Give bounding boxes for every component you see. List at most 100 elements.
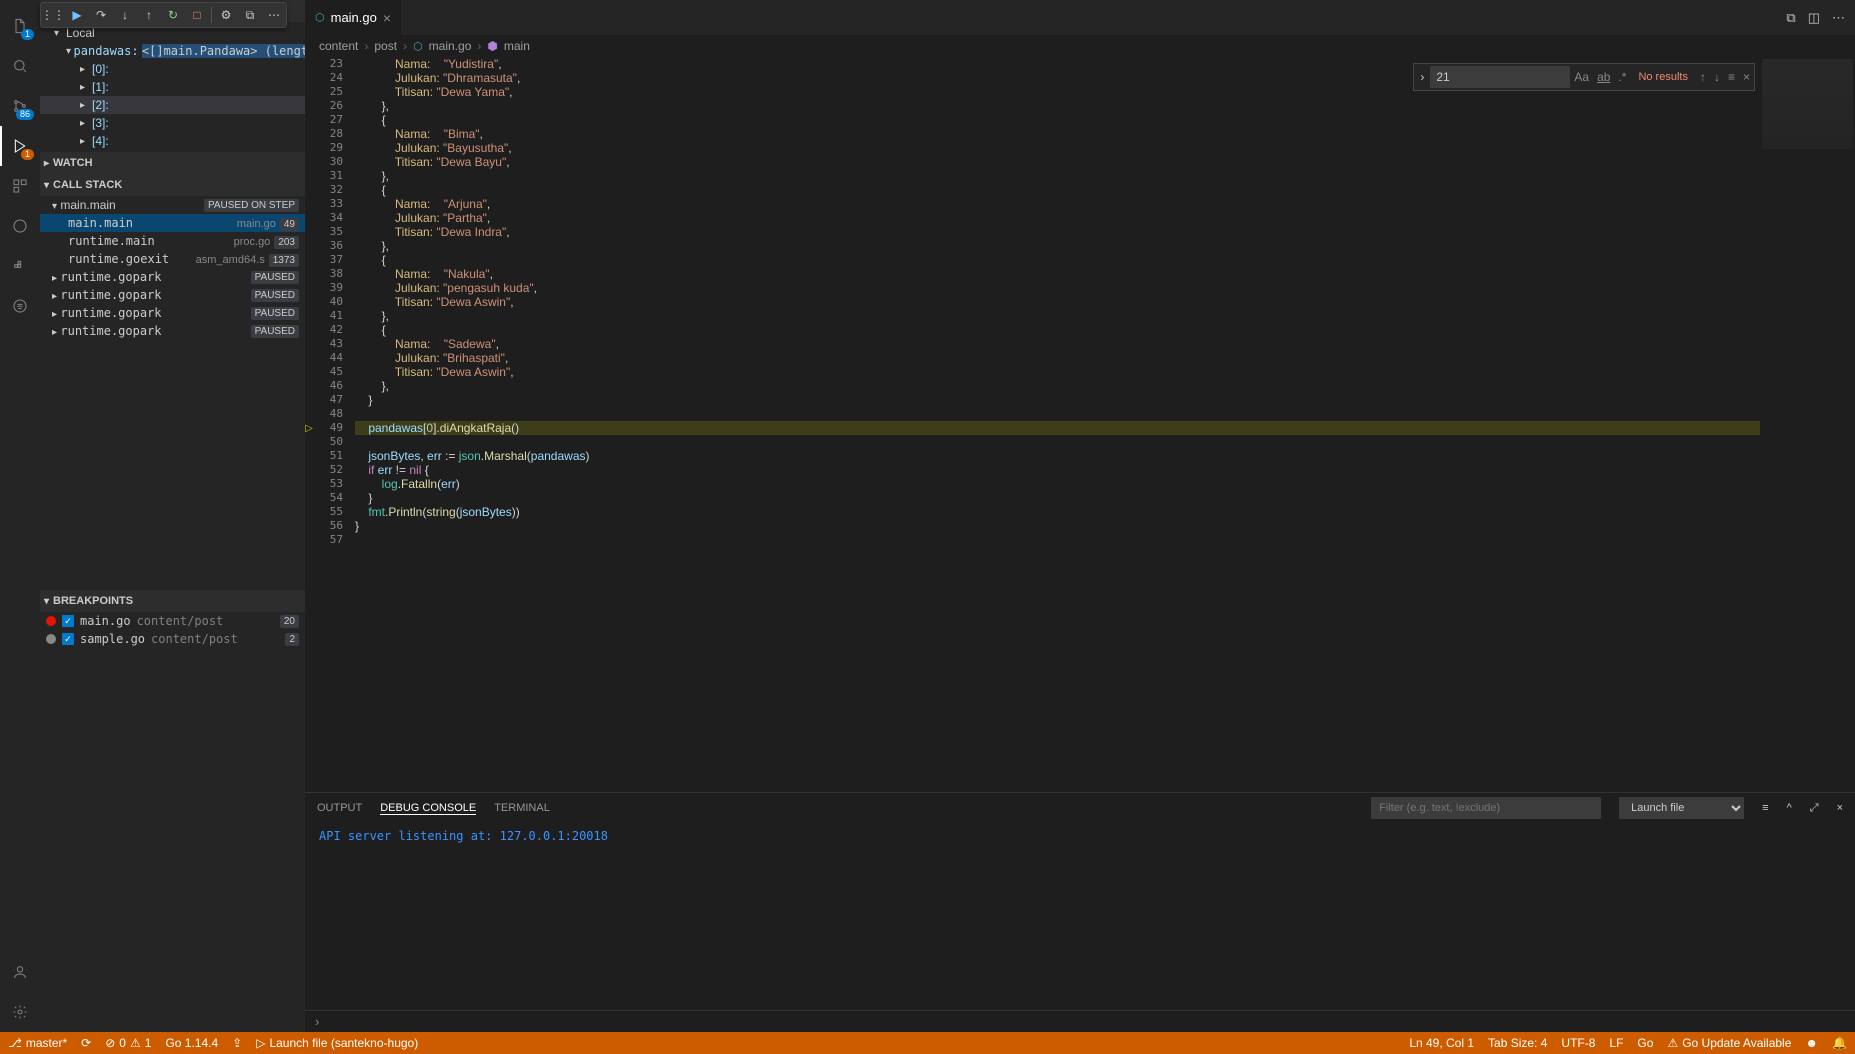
scm-icon[interactable]: 86 <box>0 86 40 126</box>
thread-paused[interactable]: ▸ runtime.goparkPAUSED <box>40 304 305 322</box>
encoding-button[interactable]: UTF-8 <box>1561 1036 1595 1050</box>
stop-button[interactable]: □ <box>185 3 209 27</box>
live-share-icon[interactable]: ⇪ <box>232 1036 242 1050</box>
var-pandawas[interactable]: ▾pandawas: <[]main.Pandawa> (length: 5, … <box>40 42 305 60</box>
step-out-button[interactable]: ↑ <box>137 3 161 27</box>
panel-tabs: OUTPUT DEBUG CONSOLE TERMINAL Launch fil… <box>305 793 1855 823</box>
console-output: API server listening at: 127.0.0.1:20018 <box>305 823 1855 1010</box>
split-icon[interactable]: ◫ <box>1808 10 1820 26</box>
var-item-2[interactable]: ▸[2]: <box>40 96 305 114</box>
breakpoints-header[interactable]: ▾BREAKPOINTS <box>40 590 305 612</box>
gear-icon[interactable] <box>0 992 40 1032</box>
cursor-position[interactable]: Ln 49, Col 1 <box>1409 1036 1474 1050</box>
callstack-title: CALL STACK <box>53 179 122 191</box>
docker-icon[interactable] <box>0 246 40 286</box>
collapse-icon[interactable]: ^ <box>1787 802 1792 814</box>
match-word-icon[interactable]: ab <box>1593 70 1614 84</box>
stack-frame[interactable]: runtime.goexitasm_amd64.s1373 <box>40 250 305 268</box>
debug-badge: 1 <box>21 149 34 160</box>
editor: ⬡ main.go × ⧉ ◫ ⋯ content› post› ⬡main.g… <box>305 0 1855 1032</box>
more-icon[interactable]: ⋯ <box>1832 10 1845 26</box>
prev-match-icon[interactable]: ↑ <box>1696 70 1710 84</box>
var-item-3[interactable]: ▸[3]: <box>40 114 305 132</box>
find-widget: › Aa ab .* No results ↑ ↓ ≡ × <box>1413 63 1755 91</box>
debug-launch-button[interactable]: ▷ Launch file (santekno-hugo) <box>256 1036 418 1050</box>
minimap[interactable] <box>1760 57 1855 792</box>
explorer-icon[interactable]: 1 <box>0 6 40 46</box>
symbol-icon: ⬢ <box>487 39 497 53</box>
tab-label: main.go <box>331 10 377 25</box>
restart-button[interactable]: ↻ <box>161 3 185 27</box>
breadcrumb[interactable]: content› post› ⬡main.go› ⬢main <box>305 35 1855 57</box>
branch-button[interactable]: ⎇ master* <box>8 1036 67 1050</box>
toggle-replace-icon[interactable]: › <box>1414 70 1430 84</box>
breakpoint-item[interactable]: ✓sample.gocontent/post2 <box>40 630 305 648</box>
var-item-1[interactable]: ▸[1]: <box>40 78 305 96</box>
thread-main[interactable]: ▾ main.mainPAUSED ON STEP <box>40 196 305 214</box>
close-icon[interactable]: × <box>1739 70 1754 84</box>
go-file-icon: ⬡ <box>315 11 325 24</box>
tab-debug-console[interactable]: DEBUG CONSOLE <box>380 802 476 815</box>
remote-icon[interactable] <box>0 206 40 246</box>
step-over-button[interactable]: ↷ <box>89 3 113 27</box>
breakpoints-title: BREAKPOINTS <box>53 595 133 607</box>
close-icon[interactable]: × <box>1837 802 1843 814</box>
scm-badge: 86 <box>16 109 34 120</box>
debug-toolbar[interactable]: ⋮⋮ ▶ ↷ ↓ ↑ ↻ □ ⚙ ⧉ ⋯ <box>40 2 287 28</box>
problems-button[interactable]: ⊘ 0 ⚠ 1 <box>105 1036 151 1050</box>
tab-terminal[interactable]: TERMINAL <box>494 802 550 814</box>
var-item-0[interactable]: ▸[0]: <box>40 60 305 78</box>
spotify-icon[interactable] <box>0 286 40 326</box>
eol-button[interactable]: LF <box>1609 1036 1623 1050</box>
status-bar: ⎇ master* ⟳ ⊘ 0 ⚠ 1 Go 1.14.4 ⇪ ▷ Launch… <box>0 1032 1855 1054</box>
code-editor[interactable]: ▷ 23242526272829303132333435363738394041… <box>305 57 1855 792</box>
next-match-icon[interactable]: ↓ <box>1710 70 1724 84</box>
callstack-header[interactable]: ▾CALL STACK <box>40 174 305 196</box>
debug-sidebar: ▾VARIABLES ▾Local ▾pandawas: <[]main.Pan… <box>40 0 305 1032</box>
watch-title: WATCH <box>53 157 93 169</box>
find-input[interactable] <box>1430 66 1570 88</box>
stack-frame[interactable]: main.mainmain.go49 <box>40 214 305 232</box>
bell-icon[interactable]: 🔔 <box>1832 1036 1847 1050</box>
pin-icon[interactable]: ⧉ <box>238 3 262 27</box>
drag-handle-icon[interactable]: ⋮⋮ <box>41 3 65 27</box>
extensions-icon[interactable] <box>0 166 40 206</box>
filter-input[interactable] <box>1371 797 1601 819</box>
account-icon[interactable] <box>0 952 40 992</box>
go-update-button[interactable]: ⚠ Go Update Available <box>1667 1036 1791 1050</box>
go-version-button[interactable]: Go 1.14.4 <box>165 1036 218 1050</box>
go-file-icon: ⬡ <box>413 40 423 53</box>
watch-header[interactable]: ▸WATCH <box>40 152 305 174</box>
close-icon[interactable]: × <box>383 10 391 26</box>
compare-icon[interactable]: ⧉ <box>1786 10 1795 26</box>
debug-icon[interactable]: 1 <box>0 126 40 166</box>
language-button[interactable]: Go <box>1637 1036 1653 1050</box>
breakpoint-item[interactable]: ✓main.gocontent/post20 <box>40 612 305 630</box>
continue-button[interactable]: ▶ <box>65 3 89 27</box>
clear-icon[interactable]: ≡ <box>1762 802 1768 814</box>
regex-icon[interactable]: .* <box>1614 70 1630 84</box>
tab-main-go[interactable]: ⬡ main.go × <box>305 0 401 35</box>
thread-paused[interactable]: ▸ runtime.goparkPAUSED <box>40 286 305 304</box>
step-into-button[interactable]: ↓ <box>113 3 137 27</box>
feedback-icon[interactable]: ☻ <box>1805 1036 1818 1050</box>
maximize-icon[interactable]: ⤢ <box>1810 802 1819 815</box>
settings-icon[interactable]: ⚙ <box>214 3 238 27</box>
find-result: No results <box>1630 71 1696 83</box>
launch-select[interactable]: Launch file <box>1619 797 1744 819</box>
repl-input[interactable]: › <box>305 1010 1855 1032</box>
search-icon[interactable] <box>0 46 40 86</box>
tab-bar: ⬡ main.go × ⧉ ◫ ⋯ <box>305 0 1855 35</box>
thread-paused[interactable]: ▸ runtime.goparkPAUSED <box>40 322 305 340</box>
activity-bar: 1 86 1 <box>0 0 40 1032</box>
more-icon[interactable]: ⋯ <box>262 3 286 27</box>
tab-output[interactable]: OUTPUT <box>317 802 362 814</box>
var-item-4[interactable]: ▸[4]: <box>40 132 305 150</box>
indentation-button[interactable]: Tab Size: 4 <box>1488 1036 1547 1050</box>
stack-frame[interactable]: runtime.mainproc.go203 <box>40 232 305 250</box>
thread-paused[interactable]: ▸ runtime.goparkPAUSED <box>40 268 305 286</box>
sync-button[interactable]: ⟳ <box>81 1036 91 1050</box>
find-in-selection-icon[interactable]: ≡ <box>1724 70 1739 84</box>
explorer-badge: 1 <box>21 29 34 40</box>
match-case-icon[interactable]: Aa <box>1570 70 1593 84</box>
